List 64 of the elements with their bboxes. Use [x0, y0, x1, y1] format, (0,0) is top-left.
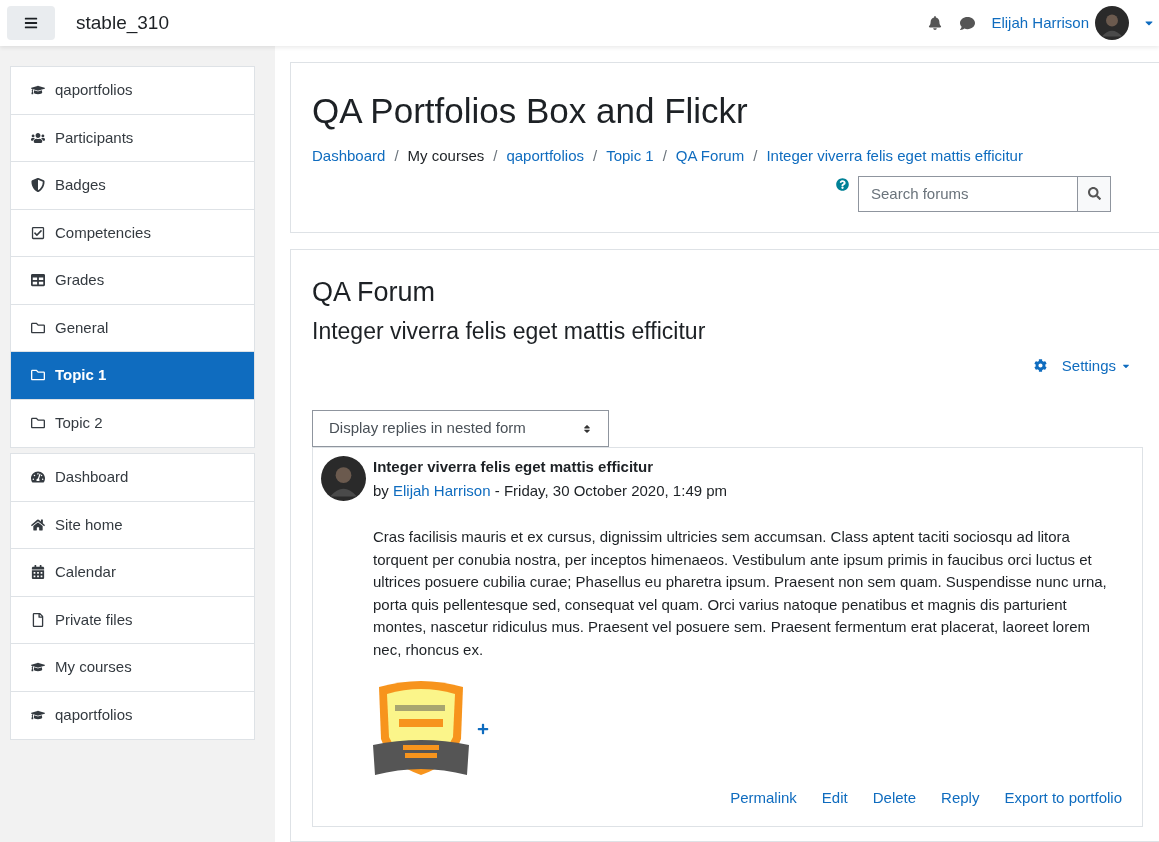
breadcrumb-item: My courses — [407, 146, 485, 166]
breadcrumb-link[interactable]: qaportfolios — [506, 145, 584, 168]
search-icon — [1087, 187, 1101, 200]
breadcrumb-separator: / — [493, 146, 498, 166]
nav-item[interactable]: Topic 1 — [11, 352, 254, 400]
breadcrumb-separator: / — [394, 146, 399, 166]
nav-item[interactable]: Topic 2 — [11, 399, 254, 447]
nav-item[interactable]: Site home — [11, 501, 254, 549]
nav-item[interactable]: My courses — [11, 644, 254, 692]
forum-title: QA Forum — [312, 275, 437, 308]
breadcrumb-separator: / — [753, 146, 758, 166]
breadcrumb-separator: / — [593, 146, 598, 166]
settings-menu[interactable]: Settings — [1033, 354, 1131, 377]
menu-button[interactable] — [7, 6, 55, 40]
users-icon — [31, 130, 45, 145]
post-action-link[interactable]: Permalink — [730, 787, 797, 810]
breadcrumb-separator: / — [662, 146, 667, 166]
post-body: Cras facilisis mauris et ex cursus, dignissim ultricies sem accumsan. Class aptent taciti sociosqu ad litora torquent per conubia nostra, per inceptos himenaeos. Vestibulum ante ipsum primis in faucibus orci luctus et ultrices posuere cubilia curae; Phasellus eu pharetra ipsum. Praesent non sem quam. Suspendisse nunc urna, porta quis pellentesque sed, consequat vel quam. Orci varius natoque penatibus et magnis dis parturient montes, nascetur ridiculus mus. Praesent vel posuere sem. Praesent fermentum erat placerat, laoreet lorem nec, rhoncus ex. — [373, 527, 1108, 660]
page-title: QA Portfolios Box and Flickr — [312, 91, 749, 131]
shield-icon — [31, 178, 45, 193]
help-icon[interactable] — [836, 177, 849, 191]
nav-item[interactable]: Private files — [11, 596, 254, 644]
search-field[interactable]: Search forums — [858, 175, 1078, 212]
post-action-link[interactable]: Edit — [821, 787, 848, 810]
table-icon — [31, 273, 45, 288]
breadcrumb-link[interactable]: Integer viverra felis eget mattis efficitur — [766, 145, 1023, 168]
avatar — [321, 456, 366, 501]
post-subject: Integer viverra felis eget mattis efficitur — [373, 457, 655, 477]
author-link[interactable]: Elijah Harrison — [393, 481, 491, 499]
post-action-link[interactable]: Reply — [941, 787, 980, 810]
post-byline: by Elijah Harrison - Friday, 30 October 2020, 1:49 pm — [373, 480, 729, 501]
nav-item[interactable]: Participants — [11, 114, 254, 162]
search-button[interactable] — [1078, 175, 1111, 212]
site-name[interactable]: stable_310 — [76, 8, 169, 38]
dashboard-icon — [31, 470, 45, 485]
nav-item[interactable]: qaportfolios — [11, 691, 254, 739]
breadcrumb-link[interactable]: Dashboard — [312, 145, 386, 168]
nav-item[interactable]: Grades — [11, 257, 254, 305]
post-action-link[interactable]: Export to portfolio — [1004, 787, 1122, 810]
folder-icon — [31, 416, 45, 431]
post-action-link[interactable]: Delete — [872, 787, 917, 810]
calendar-icon — [31, 565, 45, 580]
nav-item[interactable]: Competencies — [11, 209, 254, 257]
file-icon — [31, 612, 45, 627]
breadcrumb-link[interactable]: QA Forum — [675, 145, 745, 168]
checkbox-icon — [31, 225, 45, 240]
bell-icon[interactable] — [928, 16, 943, 30]
nav-item[interactable]: Badges — [11, 162, 254, 210]
chat-icon[interactable] — [960, 15, 976, 31]
user-name[interactable]: Elijah Harrison — [991, 11, 1089, 35]
display-mode-select[interactable]: Display replies in nested form — [312, 410, 609, 447]
folder-icon — [31, 368, 45, 383]
menu-icon — [24, 16, 38, 30]
sort-icon — [582, 423, 592, 434]
plus-icon[interactable] — [477, 723, 489, 735]
discussion-title: Integer viverra felis eget mattis efficitur — [312, 316, 707, 345]
gear-icon — [1033, 359, 1047, 373]
home-icon — [31, 517, 45, 532]
nav-item[interactable]: Calendar — [11, 549, 254, 597]
breadcrumb-link[interactable]: Topic 1 — [606, 145, 654, 168]
folder-icon — [31, 320, 45, 335]
nav-item[interactable]: qaportfolios — [11, 67, 254, 115]
nav-item[interactable]: Dashboard — [11, 454, 254, 502]
avatar — [1095, 6, 1129, 40]
